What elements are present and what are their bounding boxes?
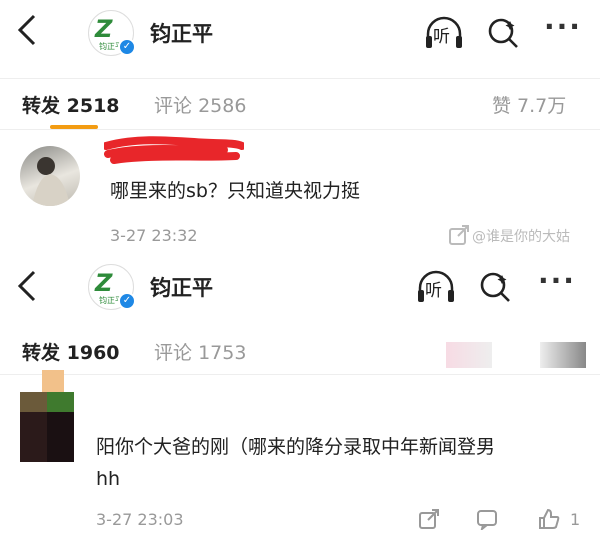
verified-badge-2: ✓ xyxy=(118,292,136,310)
logo-mark: Z xyxy=(95,15,113,43)
top-bar-2: Z 钧正平 ✓ 钧正平 听 ··· xyxy=(0,254,600,316)
comment-time: 3-27 23:32 xyxy=(110,226,198,245)
comment-text: 哪里来的sb？只知道央视力挺 xyxy=(110,180,360,202)
tab-repost-label: 转发 xyxy=(22,95,61,117)
comment-time-2: 3-27 23:03 xyxy=(96,510,184,529)
avatar-figure xyxy=(32,157,70,206)
tab-comment-count: 2586 xyxy=(198,95,247,117)
tab-repost-label: 转发 xyxy=(22,342,61,364)
more-button-2[interactable]: ··· xyxy=(538,264,576,297)
search-icon xyxy=(480,272,510,302)
tab-repost-count: 1960 xyxy=(66,342,120,364)
listen-button-2[interactable]: 听 xyxy=(416,270,456,304)
like-count-2: 1 xyxy=(570,510,581,529)
tabs-bar: 转发 2518 评论 2586 赞 7.7万 xyxy=(0,78,600,130)
more-icon: ··· xyxy=(538,264,576,297)
tab-repost[interactable]: 转发 2518 xyxy=(22,91,120,118)
listen-button[interactable]: 听 xyxy=(424,16,464,50)
tab-comment-label: 评论 xyxy=(154,95,193,117)
pixelated-avatar xyxy=(20,370,74,462)
account-name: 钧正平 xyxy=(150,22,213,46)
comment-button-2[interactable] xyxy=(476,508,498,532)
commenter-avatar[interactable] xyxy=(20,146,80,206)
more-icon: ··· xyxy=(544,10,582,43)
tabs-bar-2: 转发 1960 评论 1753 xyxy=(0,324,600,375)
share-button-2[interactable] xyxy=(418,508,440,530)
chevron-left-icon xyxy=(17,270,36,302)
tab-likes[interactable]: 赞 7.7万 xyxy=(492,91,566,118)
tab-comment-count: 1753 xyxy=(198,342,247,364)
listen-label-2: 听 xyxy=(425,281,442,301)
comment-text-line1: 阳你个大爸的刚（哪来的降分录取中年新闻登男 xyxy=(96,436,496,458)
back-button[interactable] xyxy=(16,12,40,52)
tab-repost-count: 2518 xyxy=(66,95,120,117)
active-tab-indicator xyxy=(50,125,98,129)
listen-label: 听 xyxy=(433,27,450,47)
comment-text-line2: hh xyxy=(96,468,121,490)
blurred-region xyxy=(540,342,586,368)
account-name-2: 钧正平 xyxy=(150,276,213,300)
more-button[interactable]: ··· xyxy=(544,10,582,43)
tab-comment[interactable]: 评论 2586 xyxy=(154,91,246,118)
redacted-username xyxy=(104,136,244,164)
chevron-left-icon xyxy=(17,14,36,46)
verified-badge: ✓ xyxy=(118,38,136,56)
tab-repost-2[interactable]: 转发 1960 xyxy=(22,338,120,365)
commenter-avatar-2[interactable] xyxy=(20,370,74,462)
share-icon xyxy=(419,509,439,529)
search-button[interactable] xyxy=(486,16,520,50)
watermark: @谁是你的大姑 xyxy=(472,229,570,245)
share-icon xyxy=(449,225,469,245)
back-button-2[interactable] xyxy=(16,268,40,308)
like-icon xyxy=(539,508,560,529)
blurred-region xyxy=(446,342,492,368)
comment-icon xyxy=(477,510,497,532)
like-button-2[interactable] xyxy=(538,508,560,530)
search-button-2[interactable] xyxy=(478,270,512,304)
top-bar: Z 钧正平 ✓ 钧正平 听 ··· xyxy=(0,0,600,62)
logo-mark: Z xyxy=(95,269,113,297)
search-icon xyxy=(488,18,518,48)
tab-comment-label: 评论 xyxy=(154,342,193,364)
tab-comment-2[interactable]: 评论 1753 xyxy=(154,338,246,365)
share-button[interactable] xyxy=(448,224,470,246)
